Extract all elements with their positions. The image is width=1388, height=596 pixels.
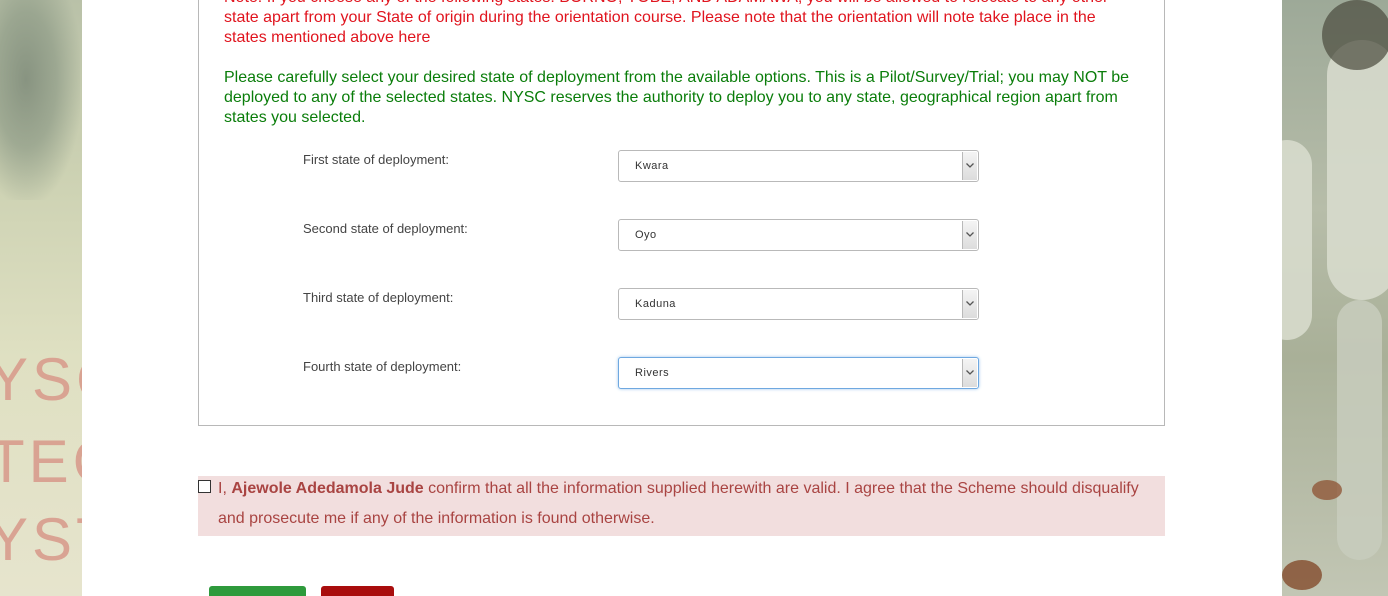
deployment-instructions: Please carefully select your desired sta… — [224, 69, 1130, 126]
background-logo-text: TEC — [0, 428, 82, 495]
background-logo-text: YST — [0, 506, 82, 573]
fourth-state-select[interactable]: Rivers — [618, 357, 979, 389]
confirmation-checkbox[interactable] — [198, 480, 211, 493]
main-panel: Note: If you choose any of the following… — [82, 0, 1282, 596]
third-state-row: Third state of deployment: Kaduna — [303, 288, 983, 324]
cancel-button[interactable] — [321, 586, 394, 596]
first-state-select[interactable]: Kwara — [618, 150, 979, 182]
background-shoe — [1282, 560, 1322, 590]
background-figure — [1327, 40, 1388, 300]
second-state-value: Oyo — [635, 229, 657, 241]
background-logo-text: YSC — [0, 346, 82, 413]
background-figure-head — [1322, 0, 1388, 70]
second-state-select[interactable]: Oyo — [618, 219, 979, 251]
left-background-image: YSC TEC YST — [0, 0, 82, 596]
chevron-down-icon — [966, 370, 974, 375]
fourth-state-row: Fourth state of deployment: Rivers — [303, 357, 983, 393]
dropdown-arrow-button[interactable] — [962, 221, 977, 249]
chevron-down-icon — [966, 163, 974, 168]
chevron-down-icon — [966, 301, 974, 306]
background-shoe — [1312, 480, 1342, 500]
background-figure — [1282, 140, 1312, 340]
dropdown-arrow-button[interactable] — [962, 359, 977, 387]
dropdown-arrow-button[interactable] — [962, 290, 977, 318]
confirmation-alert: I, Ajewole Adedamola Jude confirm that a… — [198, 476, 1165, 536]
first-state-value: Kwara — [635, 160, 669, 172]
third-state-label: Third state of deployment: — [303, 290, 454, 305]
first-state-label: First state of deployment: — [303, 152, 449, 167]
fourth-state-value: Rivers — [635, 367, 670, 379]
background-figure — [1337, 300, 1382, 560]
dropdown-arrow-button[interactable] — [962, 152, 977, 180]
confirmation-text: I, Ajewole Adedamola Jude confirm that a… — [218, 474, 1163, 534]
submit-button[interactable] — [209, 586, 306, 596]
chevron-down-icon — [966, 232, 974, 237]
right-background-image — [1282, 0, 1388, 596]
first-state-row: First state of deployment: Kwara — [303, 150, 983, 186]
confirmation-prefix: I, — [218, 480, 232, 497]
second-state-row: Second state of deployment: Oyo — [303, 219, 983, 255]
third-state-select[interactable]: Kaduna — [618, 288, 979, 320]
fourth-state-label: Fourth state of deployment: — [303, 359, 462, 374]
relocation-note: Note: If you choose any of the following… — [224, 0, 1108, 46]
third-state-value: Kaduna — [635, 298, 676, 310]
background-figure — [0, 0, 80, 200]
applicant-name: Ajewole Adedamola Jude — [231, 480, 424, 497]
second-state-label: Second state of deployment: — [303, 221, 468, 236]
